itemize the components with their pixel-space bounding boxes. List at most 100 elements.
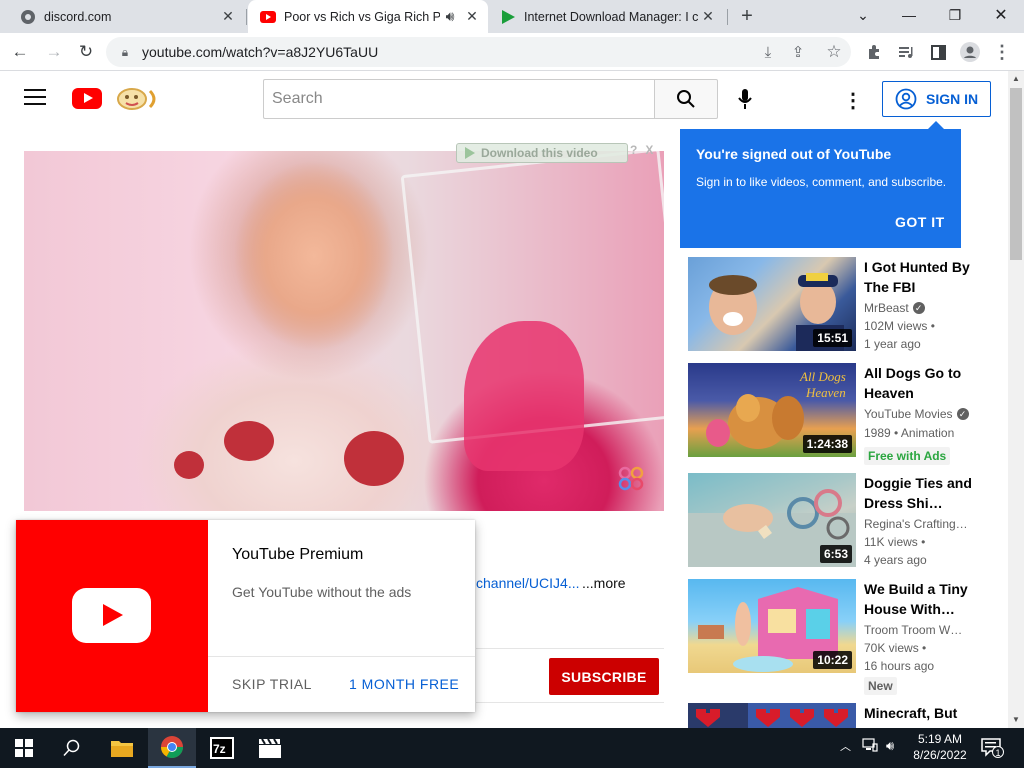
media-control-icon[interactable]: [890, 33, 922, 71]
skip-trial-button[interactable]: SKIP TRIAL: [232, 676, 312, 692]
promo-subtitle: Get YouTube without the ads: [232, 584, 412, 600]
close-tab-icon[interactable]: ✕: [218, 8, 238, 25]
recommendation-item[interactable]: 15:51 I Got Hunted By The FBI MrBeast ✓ 1…: [688, 257, 978, 353]
tab-title: Poor vs Rich vs Giga Rich Pre: [284, 9, 440, 24]
video-thumbnail[interactable]: 15:51: [688, 257, 856, 351]
channel-name[interactable]: YouTube Movies ✓: [864, 407, 969, 421]
channel-watermark-icon[interactable]: [617, 465, 645, 491]
profile-avatar-icon[interactable]: [954, 33, 986, 71]
youtube-play-logo-icon: [72, 588, 151, 643]
scroll-up-arrow-icon[interactable]: ▲: [1008, 71, 1024, 87]
youtube-logo-icon[interactable]: [72, 88, 102, 109]
video-dress-flower: [224, 421, 274, 461]
channel-name[interactable]: MrBeast ✓: [864, 301, 925, 315]
windows-start-icon[interactable]: [0, 728, 48, 768]
extensions-puzzle-icon[interactable]: [858, 33, 890, 71]
share-icon[interactable]: ⇪: [782, 33, 814, 71]
close-tab-icon[interactable]: ✕: [462, 8, 482, 25]
youtube-doodle-logo[interactable]: [114, 85, 164, 113]
tab-discord[interactable]: discord.com ✕: [8, 0, 244, 33]
idm-icon: [500, 9, 516, 25]
video-thumbnail[interactable]: 6:53: [688, 473, 856, 567]
chrome-icon[interactable]: [148, 728, 196, 768]
video-title[interactable]: Doggie Ties and Dress Shi…: [864, 473, 976, 513]
system-clock[interactable]: 5:19 AM 8/26/2022: [910, 731, 970, 763]
close-tab-icon[interactable]: ✕: [698, 8, 718, 25]
video-thumbnail[interactable]: [688, 703, 856, 728]
globe-icon: [20, 9, 36, 25]
signed-out-tooltip: You're signed out of YouTube Sign in to …: [680, 121, 961, 248]
verified-check-icon: ✓: [956, 408, 969, 420]
search-input[interactable]: [264, 80, 655, 118]
video-thumbnail[interactable]: 10:22: [688, 579, 856, 673]
video-player[interactable]: [24, 151, 664, 511]
got-it-button[interactable]: GOT IT: [895, 214, 945, 230]
tab-search-chevron-icon[interactable]: ⌄: [840, 0, 886, 30]
one-month-free-button[interactable]: 1 MONTH FREE: [349, 676, 459, 692]
description-more-link[interactable]: ...more: [582, 575, 626, 591]
minimize-button[interactable]: —: [886, 0, 932, 30]
description-channel-link[interactable]: channel/UCIJ4...: [476, 575, 580, 591]
video-meta: 1989 • Animation: [864, 426, 955, 440]
subscribe-button[interactable]: SUBSCRIBE: [549, 658, 659, 695]
video-pink-cloth: [464, 321, 584, 471]
free-with-ads-badge: Free with Ads: [864, 447, 951, 465]
video-title[interactable]: I Got Hunted By The FBI: [864, 257, 976, 297]
sign-in-button[interactable]: SIGN IN: [882, 81, 991, 117]
settings-more-icon[interactable]: ⋮: [838, 85, 868, 115]
tab-title: Internet Download Manager: I ca: [524, 9, 698, 24]
voice-search-button[interactable]: [728, 82, 762, 116]
bookmark-star-icon[interactable]: ☆: [818, 33, 850, 71]
reload-icon[interactable]: ↻: [70, 33, 102, 71]
volume-icon[interactable]: 🔊︎: [886, 738, 894, 754]
side-panel-icon[interactable]: [922, 33, 954, 71]
clock-time: 5:19 AM: [917, 732, 963, 746]
install-app-icon[interactable]: ⤓: [752, 33, 784, 71]
duration-badge: 15:51: [813, 329, 852, 347]
search-box[interactable]: [263, 79, 655, 119]
new-tab-button[interactable]: +: [736, 6, 758, 28]
tray-chevron-icon[interactable]: ︿: [840, 738, 851, 754]
speaker-icon[interactable]: 🔊︎: [440, 8, 460, 25]
video-thumbnail[interactable]: All Dogs Heaven 1:24:38: [688, 363, 856, 457]
tab-youtube-active[interactable]: Poor vs Rich vs Giga Rich Pre 🔊︎ ✕: [248, 0, 488, 33]
chrome-menu-icon[interactable]: ⋮: [986, 33, 1018, 71]
video-age: 4 years ago: [864, 553, 927, 567]
channel-name[interactable]: Troom Troom W…: [864, 623, 962, 637]
hamburger-menu-icon[interactable]: [24, 89, 46, 107]
search-icon: [677, 90, 695, 108]
search-icon[interactable]: [48, 728, 96, 768]
media-clapperboard-icon[interactable]: [246, 728, 294, 768]
video-title[interactable]: We Build a Tiny House With…: [864, 579, 976, 619]
notification-center-icon[interactable]: 1: [980, 736, 1004, 760]
recommendation-item[interactable]: Minecraft, But: [688, 703, 978, 728]
notification-count: 1: [992, 746, 1004, 758]
recommendation-item[interactable]: All Dogs Heaven 1:24:38 All Dogs Go to H…: [688, 363, 978, 469]
recommendation-item[interactable]: 10:22 We Build a Tiny House With… Troom …: [688, 579, 978, 695]
recommendation-item[interactable]: 6:53 Doggie Ties and Dress Shi… Regina's…: [688, 473, 978, 573]
address-bar[interactable]: 🔒︎ youtube.com/watch?v=a8J2YU6TaUU: [106, 37, 851, 67]
back-arrow-icon[interactable]: ←: [4, 33, 36, 71]
scrollbar-thumb[interactable]: [1010, 88, 1022, 260]
video-title[interactable]: Minecraft, But: [864, 703, 976, 723]
channel-name[interactable]: Regina's Crafting…: [864, 517, 968, 531]
idm-download-panel[interactable]: Download this video: [456, 143, 628, 163]
forward-arrow-icon[interactable]: →: [38, 33, 70, 71]
sign-in-label: SIGN IN: [926, 91, 979, 107]
tab-idm[interactable]: Internet Download Manager: I ca ✕: [488, 0, 724, 33]
idm-help-icon[interactable]: ?: [630, 143, 637, 161]
svg-text:Heaven: Heaven: [805, 385, 846, 400]
close-window-button[interactable]: ✕: [978, 0, 1024, 30]
restore-button[interactable]: ❐: [932, 0, 978, 30]
video-views: 102M views •: [864, 319, 935, 333]
video-title[interactable]: All Dogs Go to Heaven: [864, 363, 976, 403]
search-button[interactable]: [654, 79, 718, 119]
idm-close-icon[interactable]: X: [645, 143, 653, 161]
divider: [476, 702, 664, 703]
7zip-icon[interactable]: 7z: [198, 728, 246, 768]
scroll-down-arrow-icon[interactable]: ▼: [1008, 712, 1024, 728]
tooltip-body: Sign in to like videos, comment, and sub…: [696, 175, 947, 189]
clock-date: 8/26/2022: [913, 748, 967, 762]
file-explorer-icon[interactable]: [98, 728, 146, 768]
network-icon[interactable]: [862, 738, 878, 755]
